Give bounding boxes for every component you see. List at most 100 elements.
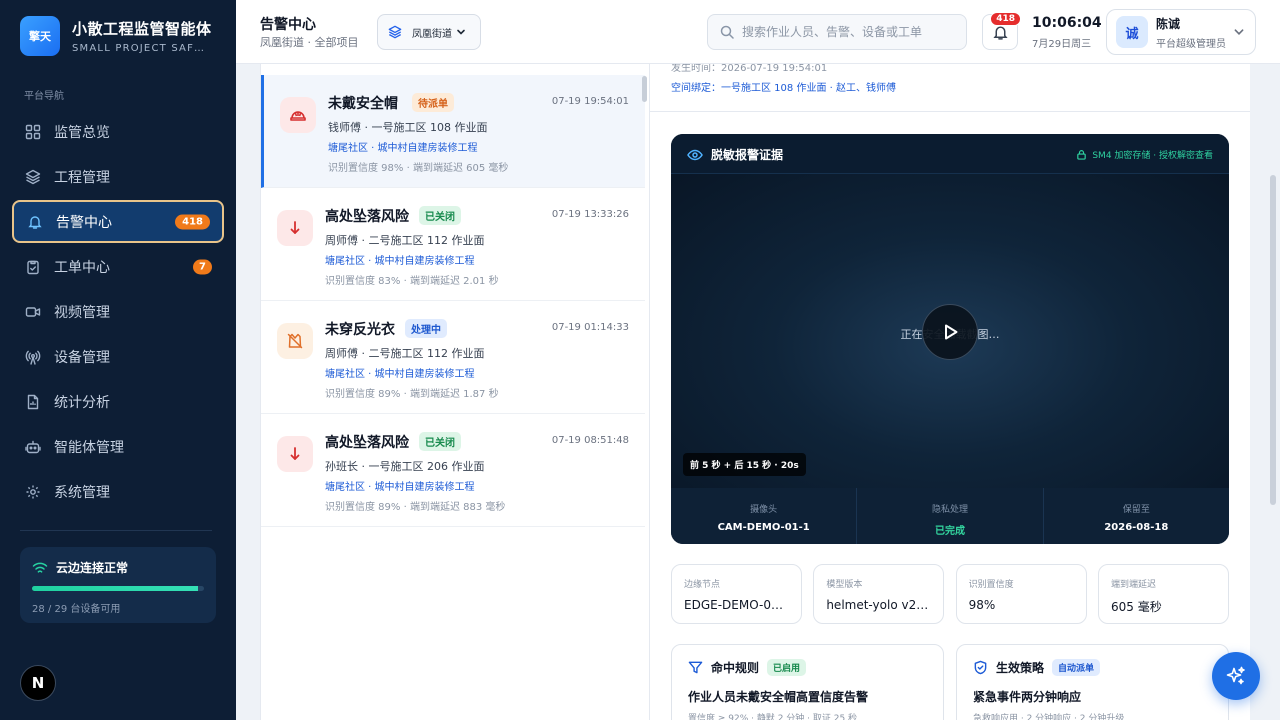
occurred-time: 发生时间：2026-07-19 19:54:01	[671, 64, 828, 74]
stat-card-confidence: 识别置信度 98%	[955, 564, 1087, 624]
sidebar-item-system[interactable]: 系统管理	[12, 470, 224, 513]
stat-value: 98%	[968, 598, 996, 612]
page-title: 告警中心	[260, 17, 316, 33]
alert-person-location: 孙班长 · 一号施工区 206 作业面	[325, 460, 485, 473]
policy-heading: 生效策略	[996, 661, 1045, 675]
search-input[interactable]	[742, 25, 952, 39]
alert-time: 07-19 13:33:26	[551, 209, 629, 220]
sidebar-item-label: 智能体管理	[54, 439, 124, 456]
encryption-text: SM4 加密存储 · 授权解密查看	[1092, 151, 1213, 161]
user-menu[interactable]: 诚 陈诚 平台超级管理员	[1106, 9, 1256, 55]
sidebar-item-alerts[interactable]: 告警中心 418	[12, 200, 224, 243]
sidebar: 擎天 小散工程监管智能体 SMALL PROJECT SAF… 平台导航 监管总…	[0, 0, 236, 720]
evidence-meta: 摄像头 CAM-DEMO-01-1 隐私处理 已完成 保留至 2026-08-1…	[671, 488, 1229, 544]
privacy-value: 已完成	[934, 526, 965, 537]
top-header: 告警中心 凤凰街道 · 全部项目 凤凰街道 418 10:06:04 7月29日…	[236, 0, 1280, 64]
alert-title: 高处坠落风险	[325, 209, 409, 225]
brand-subtitle: SMALL PROJECT SAF…	[72, 43, 206, 54]
alert-list-item[interactable]: 高处坠落风险 已关闭 07-19 13:33:26 周师傅 · 二号施工区 11…	[261, 188, 645, 301]
detail-scrollbar[interactable]	[1270, 175, 1276, 505]
alert-metrics: 识别置信度 83% · 端到端延迟 2.01 秒	[325, 276, 499, 287]
rule-heading: 命中规则	[711, 661, 760, 675]
robot-icon	[25, 439, 41, 455]
play-button[interactable]	[922, 304, 978, 360]
region-label: 凤凰街道	[412, 28, 452, 40]
page-subtitle: 凤凰街道 · 全部项目	[260, 36, 359, 49]
encryption-link[interactable]: SM4 加密存储 · 授权解密查看	[1076, 148, 1213, 161]
status-badge: 已关闭	[419, 206, 461, 225]
cloud-progress-fill	[32, 586, 199, 591]
play-icon	[939, 321, 961, 343]
sidebar-item-label: 监管总览	[54, 124, 110, 141]
policy-title: 紧急事件两分钟响应	[973, 690, 1082, 704]
sidebar-item-label: 工单中心	[54, 259, 110, 276]
ai-assistant-button[interactable]	[1212, 652, 1260, 700]
alert-project: 塘尾社区 · 城中村自建房装修工程	[328, 143, 478, 154]
filter-icon	[688, 660, 703, 675]
sidebar-nav: 监管总览 工程管理 告警中心 418 工单中心 7 视频管理 设备管理 统计分析	[12, 110, 224, 515]
chevron-down-icon	[456, 27, 466, 37]
clip-duration-badge: 前 5 秒 + 后 15 秒 · 20s	[683, 453, 806, 476]
stat-card-edge-node: 边缘节点 EDGE-DEMO-0…	[671, 564, 802, 624]
cloud-status-text: 28 / 29 台设备可用	[32, 604, 121, 615]
sidebar-item-devices[interactable]: 设备管理	[12, 335, 224, 378]
alert-person-location: 周师傅 · 二号施工区 112 作业面	[325, 347, 485, 360]
workorders-count-badge: 7	[193, 259, 212, 274]
stat-label: 模型版本	[826, 580, 863, 590]
sidebar-item-video[interactable]: 视频管理	[12, 290, 224, 333]
global-search[interactable]	[707, 14, 967, 50]
alert-title: 未戴安全帽	[328, 96, 398, 112]
stat-card-latency: 端到端延迟 605 毫秒	[1097, 564, 1229, 624]
gear-icon	[25, 484, 41, 500]
matched-rule-card[interactable]: 命中规则 已启用 作业人员未戴安全帽高置信度告警 置信度 ≥ 92% · 静默 …	[671, 644, 944, 720]
sidebar-item-label: 工程管理	[54, 169, 110, 186]
sidebar-item-overview[interactable]: 监管总览	[12, 110, 224, 153]
wifi-icon	[32, 561, 48, 575]
alert-project: 塘尾社区 · 城中村自建房装修工程	[325, 256, 475, 267]
sidebar-divider	[20, 530, 212, 531]
vest-off-icon	[277, 323, 313, 359]
nav-caption: 平台导航	[24, 91, 64, 102]
nextjs-devtools-button[interactable]: N	[20, 665, 56, 701]
clock-date: 7月29日周三	[1032, 39, 1092, 50]
sidebar-item-stats[interactable]: 统计分析	[12, 380, 224, 423]
clock-time: 10:06:04	[1032, 15, 1102, 31]
alert-metrics: 识别置信度 89% · 端到端延迟 1.87 秒	[325, 389, 499, 400]
bell-icon	[992, 24, 1009, 41]
video-icon	[25, 304, 41, 320]
arrow-down-icon	[277, 436, 313, 472]
retention-label: 保留至	[1122, 505, 1150, 515]
alert-time: 07-19 08:51:48	[551, 435, 629, 446]
alerts-count-badge: 418	[175, 214, 210, 229]
video-screen[interactable]: 正在安全加载截图… 前 5 秒 + 后 15 秒 · 20s	[671, 174, 1229, 488]
brand-logo: 擎天	[20, 16, 60, 56]
alert-title: 未穿反光衣	[325, 322, 395, 338]
policy-card[interactable]: 生效策略 自动派单 紧急事件两分钟响应 急救响应用 · 2 分钟响应 · 2 分…	[956, 644, 1229, 720]
notifications-button[interactable]: 418	[982, 12, 1021, 50]
alert-person-location: 钱师傅 · 一号施工区 108 作业面	[328, 121, 488, 134]
alert-list-item[interactable]: 高处坠落风险 已关闭 07-19 08:51:48 孙班长 · 一号施工区 20…	[261, 414, 645, 527]
alert-project: 塘尾社区 · 城中村自建房装修工程	[325, 482, 475, 493]
alert-metrics: 识别置信度 89% · 端到端延迟 883 毫秒	[325, 502, 506, 513]
sidebar-item-label: 告警中心	[56, 214, 112, 231]
camera-label: 摄像头	[750, 505, 778, 515]
alert-project: 塘尾社区 · 城中村自建房装修工程	[325, 369, 475, 380]
antenna-icon	[25, 349, 41, 365]
alert-detail: 发生时间：2026-07-19 19:54:01 空间绑定：一号施工区 108 …	[650, 64, 1250, 720]
list-scrollbar[interactable]	[642, 76, 647, 102]
status-badge: 处理中	[405, 319, 447, 338]
region-selector[interactable]: 凤凰街道	[377, 14, 481, 50]
stat-label: 端到端延迟	[1110, 580, 1156, 590]
alert-time: 07-19 01:14:33	[551, 322, 629, 333]
stat-value: 605 毫秒	[1110, 600, 1162, 614]
report-icon	[25, 394, 41, 410]
camera-value: CAM-DEMO-01-1	[717, 522, 810, 533]
retention-value: 2026-08-18	[1104, 522, 1169, 533]
alert-list-item[interactable]: 未戴安全帽 待派单 07-19 19:54:01 钱师傅 · 一号施工区 108…	[261, 75, 645, 188]
sidebar-item-label: 统计分析	[54, 394, 110, 411]
sidebar-item-agents[interactable]: 智能体管理	[12, 425, 224, 468]
sidebar-item-workorders[interactable]: 工单中心 7	[12, 245, 224, 288]
alert-list-item[interactable]: 未穿反光衣 处理中 07-19 01:14:33 周师傅 · 二号施工区 112…	[261, 301, 645, 414]
brand[interactable]: 擎天 小散工程监管智能体 SMALL PROJECT SAF…	[20, 16, 212, 56]
sidebar-item-projects[interactable]: 工程管理	[12, 155, 224, 198]
